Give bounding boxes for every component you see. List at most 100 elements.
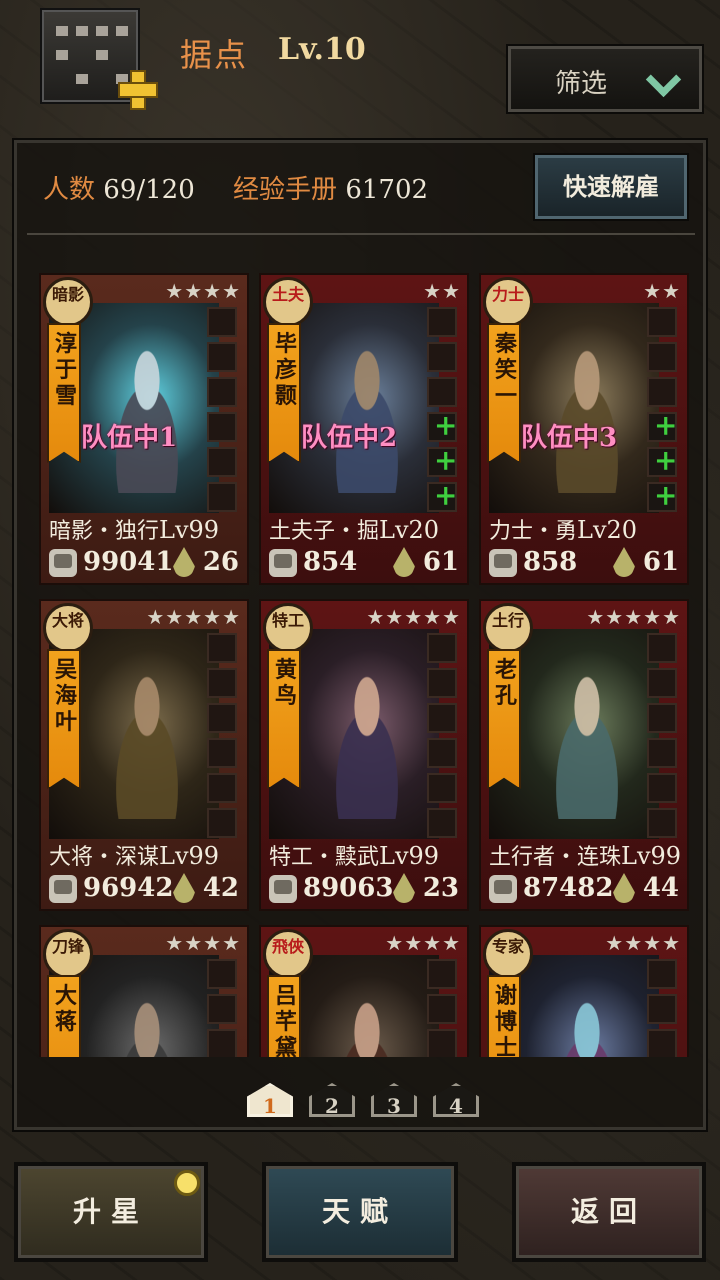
equipment-slot[interactable] xyxy=(427,703,457,733)
talent-button[interactable]: 天赋 xyxy=(262,1162,458,1262)
equipment-slot[interactable] xyxy=(647,1029,677,1057)
equipment-column xyxy=(207,307,239,517)
hero-card[interactable]: ★★ 力士 秦笑一 队伍中3 力士・勇Lv20 858 61 xyxy=(479,273,689,585)
equipment-slot[interactable] xyxy=(427,959,457,989)
header: 据点 Lv.10 筛选 xyxy=(0,0,720,112)
equipment-slot[interactable] xyxy=(207,808,237,838)
equipment-slot[interactable] xyxy=(207,668,237,698)
page-tab-3[interactable]: 3 xyxy=(371,1083,417,1117)
star-rating: ★★★★ xyxy=(605,931,681,955)
name-banner: 吴海叶 xyxy=(47,649,81,789)
equipment-slot[interactable] xyxy=(207,377,237,407)
equipment-slot[interactable] xyxy=(207,994,237,1024)
equipment-slot[interactable] xyxy=(427,633,457,663)
hero-card[interactable]: ★★★★ 飛俠 吕芊黛 xyxy=(259,925,469,1057)
hero-name: 大蒋 xyxy=(55,983,78,1035)
star-rating: ★★★★★ xyxy=(366,605,461,629)
equipment-slot[interactable] xyxy=(647,738,677,768)
equipment-slot[interactable] xyxy=(647,307,677,337)
hero-figure xyxy=(539,669,635,819)
equipment-slot[interactable] xyxy=(427,1029,457,1057)
equipment-slot[interactable] xyxy=(647,633,677,663)
morale-value: 23 xyxy=(422,873,459,903)
hero-role: 特工・黩武 xyxy=(269,845,380,870)
quick-dismiss-button[interactable]: 快速解雇 xyxy=(535,155,687,219)
equipment-slot[interactable] xyxy=(207,342,237,372)
hero-name: 淳于雪 xyxy=(55,331,78,409)
equipment-slot[interactable] xyxy=(647,377,677,407)
page-tab-1[interactable]: 1 xyxy=(247,1083,293,1117)
add-equipment-slot[interactable] xyxy=(647,444,677,477)
equipment-slot[interactable] xyxy=(427,994,457,1024)
page-tab-4[interactable]: 4 xyxy=(433,1083,479,1117)
combat-power: 858 xyxy=(523,547,578,577)
equipment-slot[interactable] xyxy=(647,994,677,1024)
equipment-slot[interactable] xyxy=(207,482,237,512)
hero-card[interactable]: ★★★★★ 土行 老孔 土行者・连珠Lv99 87482 44 xyxy=(479,599,689,911)
hero-card[interactable]: ★★★★ 专家 谢博士 xyxy=(479,925,689,1057)
combat-power: 87482 xyxy=(523,873,614,903)
equipment-slot[interactable] xyxy=(427,773,457,803)
hero-figure xyxy=(319,995,415,1057)
chevron-down-icon xyxy=(647,67,677,97)
add-equipment-slot[interactable] xyxy=(427,409,457,442)
equipment-slot[interactable] xyxy=(207,773,237,803)
hero-card[interactable]: ★★★★★ 大将 吴海叶 大将・深谋Lv99 96942 42 xyxy=(39,599,249,911)
add-equipment-slot[interactable] xyxy=(427,479,457,512)
hero-card[interactable]: ★★ 土夫 毕彦颢 队伍中2 土夫子・掘Lv20 854 61 xyxy=(259,273,469,585)
page-tab-2[interactable]: 2 xyxy=(309,1083,355,1117)
hero-card[interactable]: ★★★★ 暗影 淳于雪 队伍中1 暗影・独行Lv99 99041 26 xyxy=(39,273,249,585)
equipment-slot[interactable] xyxy=(207,703,237,733)
equipment-slot[interactable] xyxy=(427,342,457,372)
back-button[interactable]: 返回 xyxy=(512,1162,706,1262)
hero-stats-row: 854 61 xyxy=(267,547,465,581)
equipment-slot[interactable] xyxy=(207,1029,237,1057)
hero-name: 毕彦颢 xyxy=(275,331,298,409)
fist-power-icon xyxy=(49,875,77,903)
add-equipment-slot[interactable] xyxy=(427,444,457,477)
equipment-slot[interactable] xyxy=(647,773,677,803)
equipment-column xyxy=(207,959,239,1057)
roster-panel: 人数 69/120 经验手册 61702 快速解雇 ★★★★ 暗影 淳于雪 队伍… xyxy=(14,140,706,1130)
combat-power: 96942 xyxy=(83,873,174,903)
equipment-slot[interactable] xyxy=(647,703,677,733)
star-rating: ★★★★★ xyxy=(586,605,681,629)
water-drop-icon xyxy=(613,547,635,577)
hero-grid[interactable]: ★★★★ 暗影 淳于雪 队伍中1 暗影・独行Lv99 99041 26 ★★ 土… xyxy=(17,273,703,1057)
equipment-slot[interactable] xyxy=(427,808,457,838)
hero-figure xyxy=(99,669,195,819)
water-drop-icon xyxy=(393,547,415,577)
team-status: 队伍中1 xyxy=(81,423,178,453)
stats-bar: 人数 69/120 经验手册 61702 xyxy=(43,169,458,206)
equipment-column xyxy=(207,633,239,843)
upgrade-plus-icon[interactable] xyxy=(118,70,158,110)
class-badge: 专家 xyxy=(483,929,533,979)
equipment-slot[interactable] xyxy=(427,307,457,337)
hero-card[interactable]: ★★★★ 刀锋 大蒋 xyxy=(39,925,249,1057)
name-banner: 老孔 xyxy=(487,649,521,789)
star-rating: ★★★★★ xyxy=(146,605,241,629)
name-banner: 淳于雪 xyxy=(47,323,81,463)
equipment-slot[interactable] xyxy=(427,668,457,698)
equipment-slot[interactable] xyxy=(207,633,237,663)
equipment-slot[interactable] xyxy=(207,447,237,477)
equipment-slot[interactable] xyxy=(207,307,237,337)
members-value: 69/120 xyxy=(103,175,195,205)
fist-power-icon xyxy=(269,875,297,903)
add-equipment-slot[interactable] xyxy=(647,409,677,442)
hero-name: 老孔 xyxy=(495,657,518,709)
hero-card[interactable]: ★★★★★ 特工 黄鸟 特工・黩武Lv99 89063 23 xyxy=(259,599,469,911)
equipment-slot[interactable] xyxy=(647,342,677,372)
add-equipment-slot[interactable] xyxy=(647,479,677,512)
equipment-slot[interactable] xyxy=(647,959,677,989)
filter-button[interactable]: 筛选 xyxy=(508,46,702,112)
equipment-slot[interactable] xyxy=(207,412,237,442)
hero-role: 土行者・连珠 xyxy=(489,845,622,870)
equipment-slot[interactable] xyxy=(207,959,237,989)
equipment-slot[interactable] xyxy=(427,738,457,768)
equipment-slot[interactable] xyxy=(207,738,237,768)
equipment-column xyxy=(647,959,679,1057)
equipment-slot[interactable] xyxy=(647,808,677,838)
equipment-slot[interactable] xyxy=(647,668,677,698)
equipment-slot[interactable] xyxy=(427,377,457,407)
